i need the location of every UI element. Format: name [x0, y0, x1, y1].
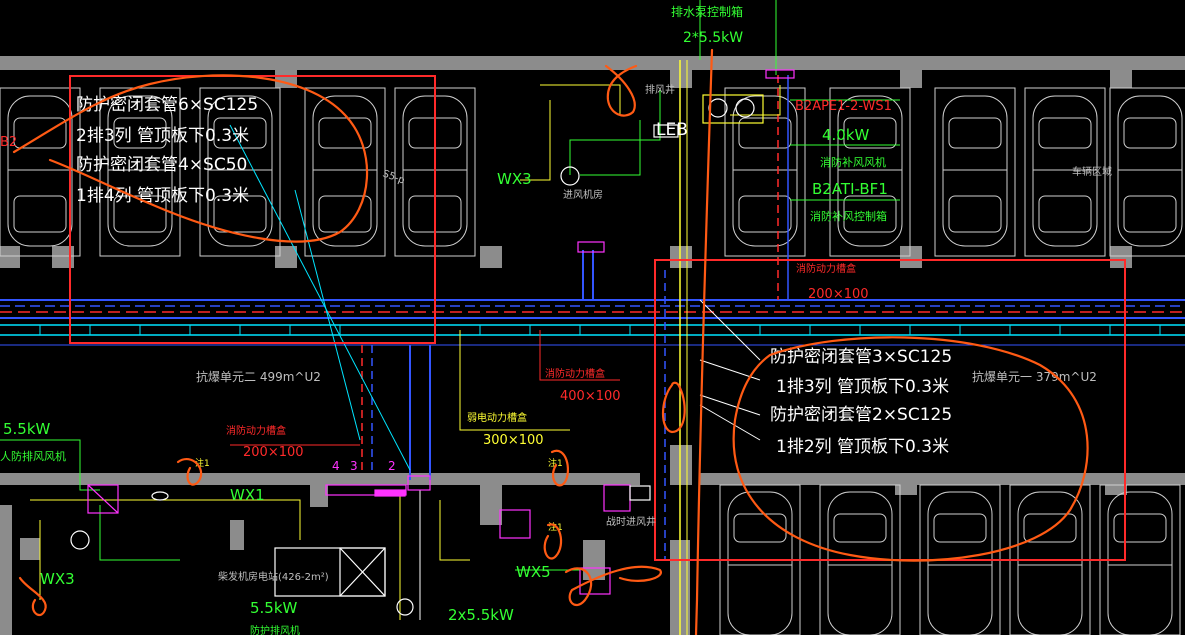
panel-id-label: B2APE1-2-WS1 — [795, 99, 892, 114]
annotation-lower-right: 防护密闭套管3×SC125 1排3列 管顶板下0.3米 防护密闭套管2×SC12… — [770, 347, 952, 457]
tray-number-2: 2 — [388, 459, 396, 473]
annotation-upper-left: 防护密闭套管6×SC125 2排3列 管顶板下0.3米 防护密闭套管4×SC50… — [76, 95, 258, 206]
kw2x55-label: 2x5.5kW — [448, 606, 514, 624]
blast-unit-2-label: 抗爆单元二 499m^U2 — [196, 369, 321, 384]
blast-unit-1-label: 抗爆单元一 379m^U2 — [972, 369, 1097, 384]
wx1-label: WX1 — [230, 486, 265, 504]
markup-oval-mid[interactable] — [661, 381, 686, 434]
tray-number-4: 4 — [332, 459, 340, 473]
annotation-line-1: 防护密闭套管6×SC125 — [76, 95, 258, 115]
wartime-inlet-label: 战时进风井 — [606, 515, 656, 528]
tray-fire-left-size: 200×100 — [243, 445, 304, 460]
civil-fan-label: 人防排风风机 — [0, 449, 66, 463]
annotation-line-2: 2排3列 管顶板下0.3米 — [76, 126, 249, 146]
fire-fan-label: 消防补风风机 — [820, 155, 886, 169]
markup-loop-vent[interactable] — [604, 64, 638, 117]
exhaust-well-label: 排风井 — [645, 83, 675, 96]
tray-fire-left-label: 消防动力槽盒 — [226, 424, 286, 437]
wx3-top-label: WX3 — [497, 170, 532, 188]
annotation-line-3: 防护密闭套管4×SC50 — [76, 155, 247, 175]
cad-drawing-canvas[interactable]: 防护密闭套管6×SC125 2排3列 管顶板下0.3米 防护密闭套管4×SC50… — [0, 0, 1185, 635]
annotation-line-3: 防护密闭套管2×SC125 — [770, 405, 952, 425]
pump-kw-label: 2*5.5kW — [683, 30, 743, 46]
wx3-bottom-label: WX3 — [40, 570, 75, 588]
markup-vertical-line[interactable] — [694, 48, 714, 635]
tray-fire-right-size: 200×100 — [808, 287, 869, 302]
kw40-label: 4.0kW — [822, 126, 870, 144]
region-box-upper-left[interactable] — [69, 75, 436, 344]
fire-fan-box-label: 消防补风控制箱 — [810, 209, 887, 223]
inlet-room-label: 进风机房 — [563, 188, 603, 201]
tray-weak-label: 弱电动力槽盒 — [467, 411, 527, 424]
generator-room-label: 柴发机房电站(426-2m²) — [218, 570, 329, 583]
leb-label: LEB — [656, 120, 688, 140]
tray-fire-mid-size: 400×100 — [560, 389, 621, 404]
annotation-line-4: 1排2列 管顶板下0.3米 — [776, 437, 949, 457]
panel-b2-label: B2ATI-BF1 — [812, 180, 888, 198]
b2-fragment-label: B2 — [0, 135, 17, 150]
annotation-line-2: 1排3列 管顶板下0.3米 — [776, 377, 949, 397]
tray-fire-right-label: 消防动力槽盒 — [796, 262, 856, 275]
annotation-line-1: 防护密闭套管3×SC125 — [770, 347, 952, 367]
wx5-label: WX5 — [516, 563, 551, 581]
tray-fire-mid-label: 消防动力槽盒 — [545, 367, 605, 380]
kw55-bottom-label: 5.5kW — [250, 599, 298, 617]
bottom-cut-label: 防护排风机 — [250, 624, 300, 635]
kw55-left-label: 5.5kW — [3, 420, 51, 438]
annotation-line-4: 1排4列 管顶板下0.3米 — [76, 186, 249, 206]
pump-box-label: 排水泵控制箱 — [671, 4, 743, 19]
wiring-layer — [0, 0, 900, 620]
parking-area-label: 车辆区域 — [1072, 165, 1112, 178]
tray-number-3: 3 — [350, 459, 358, 473]
tray-weak-size: 300×100 — [483, 433, 544, 448]
